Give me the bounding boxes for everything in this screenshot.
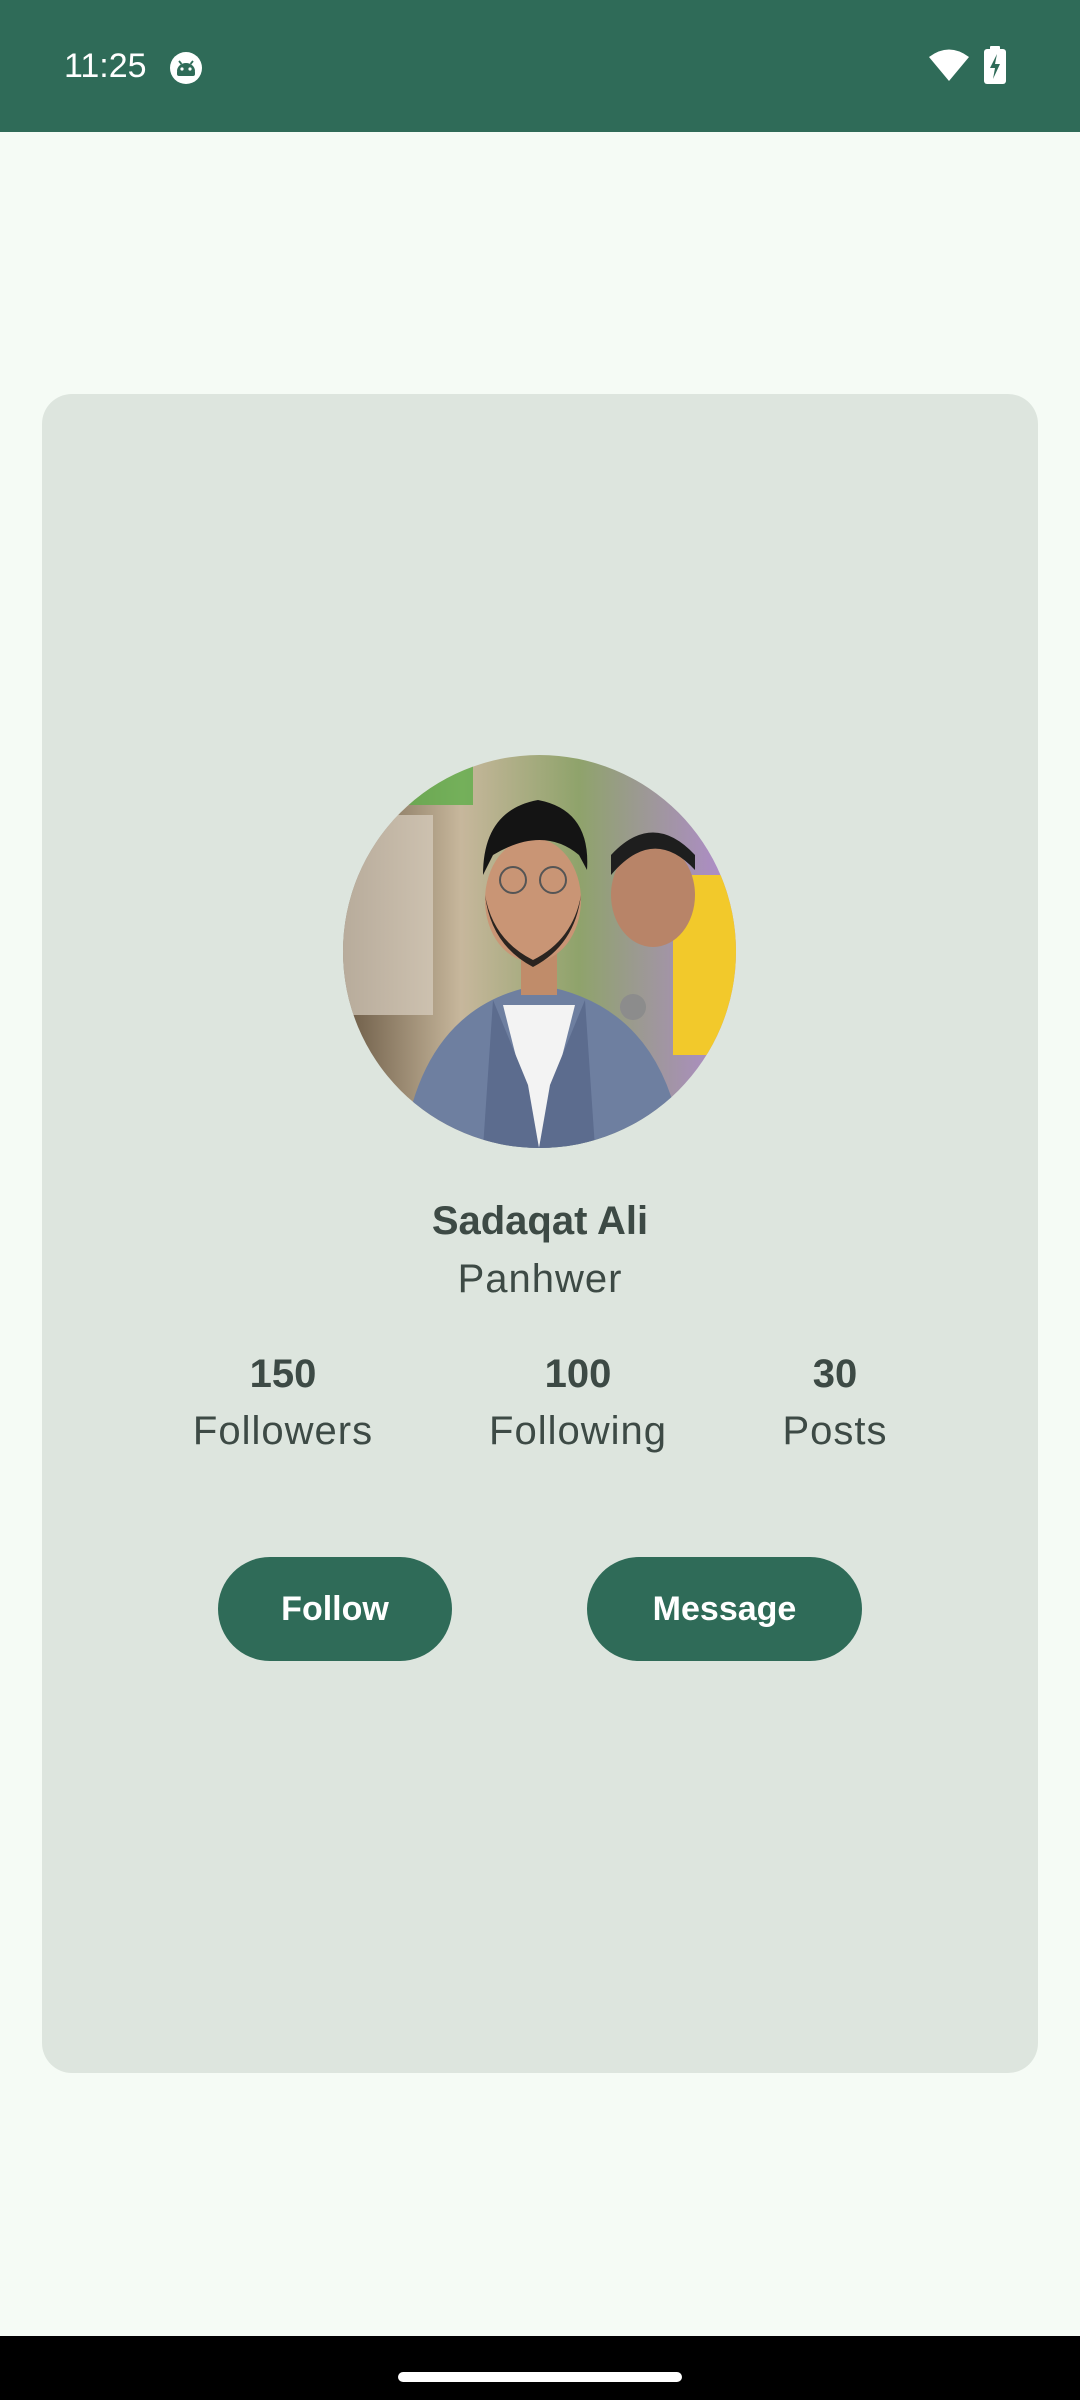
followers-label: Followers bbox=[192, 1409, 374, 1453]
status-bar: 11:25 bbox=[0, 0, 1080, 132]
posts-label: Posts bbox=[782, 1409, 888, 1453]
wifi-icon bbox=[929, 49, 969, 81]
following-count: 100 bbox=[544, 1352, 612, 1396]
profile-surname: Panhwer bbox=[457, 1257, 623, 1301]
battery-charging-icon bbox=[984, 46, 1006, 84]
profile-name: Sadaqat Ali bbox=[431, 1199, 649, 1243]
home-gesture-handle[interactable] bbox=[398, 2372, 682, 2382]
following-label: Following bbox=[489, 1409, 667, 1453]
posts-count: 30 bbox=[812, 1352, 858, 1396]
profile-avatar[interactable] bbox=[343, 755, 736, 1148]
profile-photo bbox=[343, 755, 736, 1148]
status-time: 11:25 bbox=[64, 47, 147, 85]
stat-posts[interactable]: 30 Posts bbox=[760, 1346, 910, 1460]
navigation-bar bbox=[0, 2336, 1080, 2400]
followers-count: 150 bbox=[249, 1352, 317, 1396]
follow-button[interactable]: Follow bbox=[218, 1557, 452, 1661]
message-button[interactable]: Message bbox=[587, 1557, 862, 1661]
android-robot-icon bbox=[170, 52, 202, 84]
stat-following[interactable]: 100 Following bbox=[468, 1346, 688, 1460]
stat-followers[interactable]: 150 Followers bbox=[158, 1346, 408, 1460]
